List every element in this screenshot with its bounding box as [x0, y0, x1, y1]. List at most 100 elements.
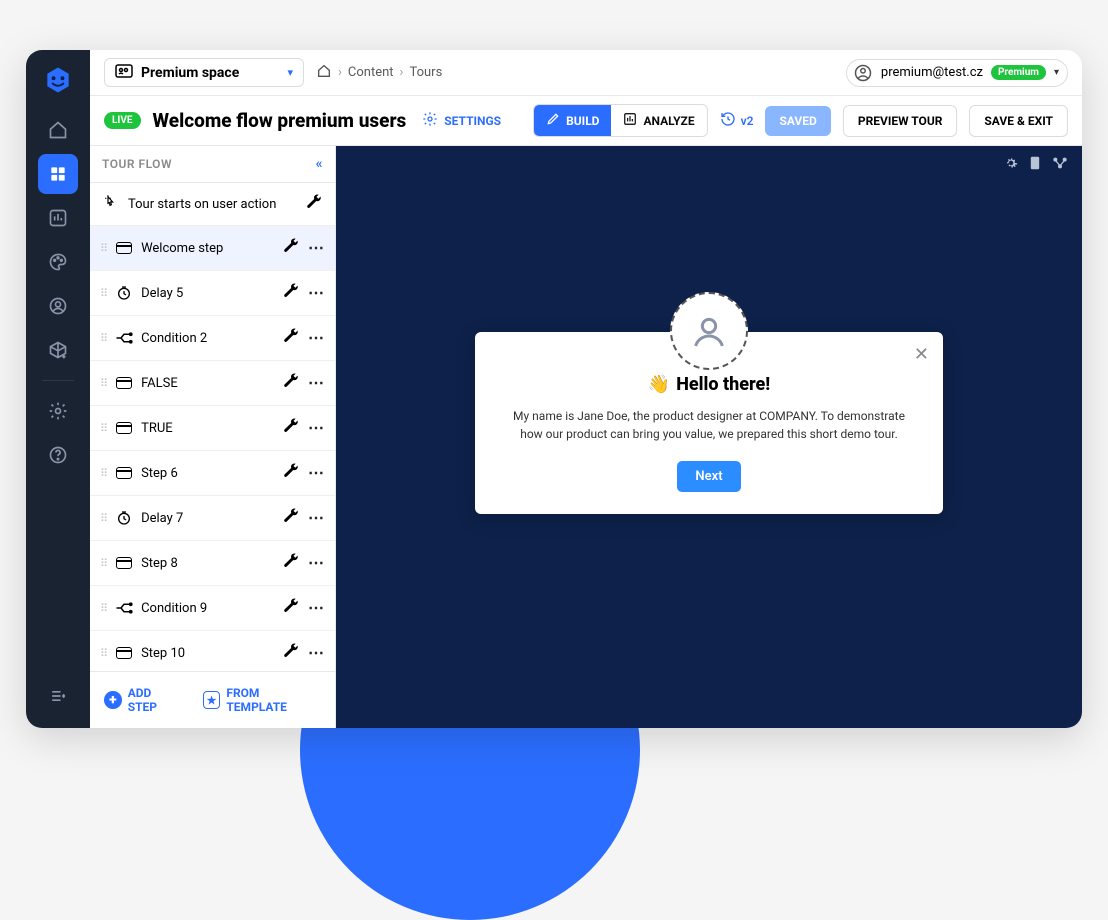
- plan-badge: Premium: [991, 65, 1046, 80]
- star-icon: ★: [203, 691, 221, 709]
- user-menu[interactable]: premium@test.cz Premium ▾: [846, 59, 1068, 87]
- drag-handle-icon[interactable]: ⠿: [100, 557, 107, 570]
- chevron-right-icon: ›: [338, 65, 342, 80]
- toolbar: LIVE Welcome flow premium users SETTINGS…: [90, 96, 1082, 146]
- next-button[interactable]: Next: [677, 461, 740, 492]
- drag-handle-icon[interactable]: ⠿: [100, 512, 107, 525]
- nav-grid[interactable]: [38, 154, 78, 194]
- drag-handle-icon[interactable]: ⠿: [100, 377, 107, 390]
- page-title: Welcome flow premium users: [153, 109, 407, 132]
- app-logo: [40, 62, 76, 98]
- space-label: Premium space: [141, 65, 279, 81]
- space-picker[interactable]: Premium space ▾: [104, 58, 304, 87]
- step-label: Step 10: [141, 646, 274, 661]
- analyze-tab[interactable]: ANALYZE: [611, 105, 706, 136]
- flow-panel: TOUR FLOW « Tour starts on user action ⠿…: [90, 146, 336, 728]
- mode-toggle: BUILD ANALYZE: [533, 104, 707, 137]
- build-tab[interactable]: BUILD: [534, 105, 611, 136]
- nav-expand[interactable]: [38, 676, 78, 716]
- live-badge: LIVE: [104, 112, 141, 129]
- canvas-gear-icon[interactable]: [1004, 156, 1018, 174]
- drag-handle-icon[interactable]: ⠿: [100, 287, 107, 300]
- wrench-icon[interactable]: [282, 552, 300, 574]
- step-row[interactable]: ⠿FALSE⋯: [90, 361, 335, 406]
- drag-handle-icon[interactable]: ⠿: [100, 467, 107, 480]
- gear-icon: [422, 111, 438, 130]
- pencil-icon: [546, 112, 560, 129]
- step-row[interactable]: ⠿TRUE⋯: [90, 406, 335, 451]
- step-row[interactable]: ⠿Condition 2⋯: [90, 316, 335, 361]
- step-row[interactable]: ⠿Condition 9⋯: [90, 586, 335, 631]
- step-label: Delay 5: [141, 286, 274, 301]
- nav-user[interactable]: [38, 286, 78, 326]
- close-icon[interactable]: ✕: [914, 344, 929, 365]
- step-label: Step 6: [141, 466, 274, 481]
- wrench-icon[interactable]: [282, 642, 300, 664]
- preview-button[interactable]: PREVIEW TOUR: [843, 105, 958, 137]
- nav-settings[interactable]: [38, 391, 78, 431]
- collapse-icon[interactable]: «: [316, 156, 323, 172]
- nav-palette[interactable]: [38, 242, 78, 282]
- drag-handle-icon[interactable]: ⠿: [100, 242, 107, 255]
- step-row[interactable]: ⠿Step 6⋯: [90, 451, 335, 496]
- from-template-button[interactable]: ★ FROM TEMPLATE: [197, 682, 327, 718]
- home-icon[interactable]: [316, 63, 332, 83]
- step-type-icon: [115, 377, 133, 389]
- step-label: TRUE: [141, 421, 274, 436]
- avatar-icon: [853, 63, 873, 83]
- pointer-icon: [102, 193, 118, 215]
- step-row[interactable]: ⠿Delay 5⋯: [90, 271, 335, 316]
- wrench-icon[interactable]: [282, 282, 300, 304]
- wrench-icon[interactable]: [282, 237, 300, 259]
- caret-down-icon: ▾: [287, 66, 293, 79]
- add-step-button[interactable]: + ADD STEP: [98, 682, 189, 718]
- flow-footer: + ADD STEP ★ FROM TEMPLATE: [90, 671, 335, 728]
- step-label: Condition 2: [141, 331, 274, 346]
- nav-help[interactable]: [38, 435, 78, 475]
- canvas-layout-icon[interactable]: [1052, 156, 1068, 174]
- breadcrumb: › Content › Tours: [316, 63, 442, 83]
- wrench-icon[interactable]: [282, 597, 300, 619]
- step-row[interactable]: ⠿Welcome step⋯: [90, 226, 335, 271]
- wrench-icon[interactable]: [305, 193, 323, 215]
- save-exit-button[interactable]: SAVE & EXIT: [969, 105, 1068, 137]
- nav-cube[interactable]: [38, 330, 78, 370]
- nav-home[interactable]: [38, 110, 78, 150]
- version-picker[interactable]: v2: [720, 111, 754, 130]
- step-row[interactable]: ⠿Step 8⋯: [90, 541, 335, 586]
- wrench-icon[interactable]: [282, 327, 300, 349]
- drag-handle-icon[interactable]: ⠿: [100, 602, 107, 615]
- saved-indicator: SAVED: [765, 106, 830, 136]
- chart-icon: [623, 112, 637, 129]
- caret-down-icon: ▾: [1054, 67, 1059, 78]
- flow-start-row[interactable]: Tour starts on user action: [90, 183, 335, 226]
- top-bar: Premium space ▾ › Content › Tours premiu…: [90, 50, 1082, 96]
- wrench-icon[interactable]: [282, 372, 300, 394]
- drag-handle-icon[interactable]: ⠿: [100, 422, 107, 435]
- settings-button[interactable]: SETTINGS: [422, 111, 501, 130]
- crumb-content[interactable]: Content: [348, 65, 394, 80]
- sidebar-nav: [26, 50, 90, 728]
- step-label: Welcome step: [141, 241, 274, 256]
- user-email: premium@test.cz: [881, 65, 983, 80]
- crumb-tours[interactable]: Tours: [409, 65, 442, 80]
- wrench-icon[interactable]: [282, 507, 300, 529]
- history-icon: [720, 111, 736, 130]
- canvas-device-icon[interactable]: [1030, 156, 1040, 174]
- tour-popup: ✕ 👋 Hello there! My name is Jane Doe, th…: [475, 332, 943, 514]
- wrench-icon[interactable]: [282, 417, 300, 439]
- drag-handle-icon[interactable]: ⠿: [100, 647, 107, 660]
- step-label: Delay 7: [141, 511, 274, 526]
- step-type-icon: [115, 557, 133, 569]
- step-type-icon: [115, 647, 133, 659]
- drag-handle-icon[interactable]: ⠿: [100, 332, 107, 345]
- popup-body: My name is Jane Doe, the product designe…: [501, 407, 917, 443]
- avatar-placeholder[interactable]: [670, 292, 748, 370]
- step-type-icon: [115, 331, 133, 345]
- flow-panel-header: TOUR FLOW «: [90, 146, 335, 183]
- nav-analytics[interactable]: [38, 198, 78, 238]
- step-row[interactable]: ⠿Step 10⋯: [90, 631, 335, 671]
- step-row[interactable]: ⠿Delay 7⋯: [90, 496, 335, 541]
- wrench-icon[interactable]: [282, 462, 300, 484]
- step-type-icon: [115, 285, 133, 301]
